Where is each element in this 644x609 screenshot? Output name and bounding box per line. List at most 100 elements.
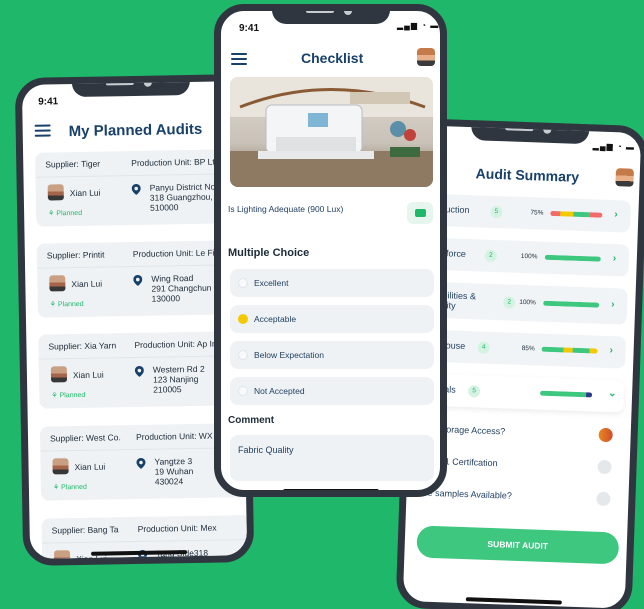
progress-bar xyxy=(550,210,603,218)
menu-icon[interactable] xyxy=(231,53,247,65)
address-line: 130000 xyxy=(151,293,181,304)
production-unit-label: Production Unit: Le Fi xyxy=(132,247,215,260)
address-line: 430024 xyxy=(154,476,184,487)
supplier-label: Supplier: West Co. xyxy=(49,432,121,444)
supplier-label: Supplier: Printit xyxy=(46,249,105,261)
chevron-right-icon[interactable]: › xyxy=(613,253,617,264)
production-unit-label: Production Unit: BP Lt xyxy=(131,156,215,169)
chevron-right-icon[interactable]: › xyxy=(614,209,618,220)
inspection-photo[interactable] xyxy=(230,77,433,187)
radio-selected-icon xyxy=(238,314,248,324)
avatar xyxy=(50,366,68,383)
option-below-expectation[interactable]: Below Expectation xyxy=(230,341,434,369)
camera-icon[interactable] xyxy=(407,202,433,224)
address-line: Yangtze 3 xyxy=(154,456,193,467)
status-badge: ⚘ Planned xyxy=(52,483,87,492)
percent-label: 75% xyxy=(530,209,544,217)
progress-bar xyxy=(540,390,593,398)
percent-label: 85% xyxy=(521,344,535,353)
summary-row[interactable]: k force 2 100% › xyxy=(432,237,630,277)
section-title: Multiple Choice xyxy=(228,247,310,259)
status-text: Planned xyxy=(59,391,86,400)
address-line: 123 Nanjing xyxy=(152,373,199,385)
summary-row[interactable]: abilities &acity 2 100% › xyxy=(430,281,628,325)
address-line: 318 Guangzhou, xyxy=(149,191,213,203)
count-badge: 5 xyxy=(490,205,503,219)
comment-field[interactable]: Fabric Quality xyxy=(230,435,434,481)
progress-bar xyxy=(543,300,600,308)
camera-icon[interactable] xyxy=(597,459,612,475)
comment-label: Comment xyxy=(228,415,275,426)
option-label: Acceptable xyxy=(254,314,297,324)
address-line: 210005 xyxy=(153,384,182,395)
count-badge: 2 xyxy=(484,249,498,263)
count-badge: 5 xyxy=(467,385,481,398)
comment-value: Fabric Quality xyxy=(238,445,294,455)
auditor-name: Xian Lui xyxy=(69,187,101,199)
progress-bar xyxy=(544,254,601,262)
home-indicator xyxy=(282,489,379,490)
status-text: Planned xyxy=(56,209,83,218)
option-label: Excellent xyxy=(254,278,289,288)
avatar xyxy=(49,275,66,292)
option-label: Below Expectation xyxy=(254,350,324,360)
camera-icon[interactable] xyxy=(596,491,611,507)
checklist-phone: 9:41 ▂▄▆ ◔ ▬ Checklist Is Lighting Adequ… xyxy=(214,4,447,497)
phone-notch xyxy=(470,120,590,145)
auditor-name: Xian Lui xyxy=(72,369,104,381)
production-unit-label: Production Unit: WX L xyxy=(135,430,220,442)
status-icon xyxy=(598,427,613,443)
location-pin-icon xyxy=(133,275,143,286)
phone-notch xyxy=(71,75,190,98)
address: Wing Road 291 Changchun 130000 xyxy=(151,273,212,304)
status-badge: ⚘ Planned xyxy=(51,391,86,400)
avatar xyxy=(47,184,64,201)
radio-icon xyxy=(238,350,248,360)
status-text: Planned xyxy=(61,483,87,492)
avatar[interactable] xyxy=(417,48,435,66)
audit-card[interactable]: Supplier: Bang Ta Production Unit: Mex X… xyxy=(41,514,255,566)
option-not-accepted[interactable]: Not Accepted xyxy=(230,377,434,405)
address-line: 19 Wuhan xyxy=(154,465,194,477)
sewing-machine-image xyxy=(230,77,433,187)
supplier-label: Supplier: Bang Ta xyxy=(51,524,119,536)
option-excellent[interactable]: Excellent xyxy=(230,269,434,297)
page-title: Checklist xyxy=(301,50,364,66)
divider xyxy=(41,538,254,544)
home-indicator xyxy=(465,597,562,605)
option-acceptable[interactable]: Acceptable xyxy=(230,305,434,333)
address: Panyu District No 318 Guangzhou, 510000 xyxy=(150,182,216,213)
status-time: 9:41 xyxy=(239,23,260,34)
percent-label: 100% xyxy=(519,298,536,307)
production-unit-label: Production Unit: Ap In xyxy=(134,338,217,351)
auditor-name: Xian Lui xyxy=(71,278,103,290)
page-title: Audit Summary xyxy=(475,165,580,185)
avatar[interactable] xyxy=(615,168,634,187)
location-pin-icon xyxy=(134,366,144,377)
count-badge: 4 xyxy=(477,341,490,354)
checklist-subitem[interactable]: re samples Available? xyxy=(424,488,512,501)
submit-audit-button[interactable]: SUBMIT AUDIT xyxy=(416,525,620,565)
address: Western Rd 2 123 Nanjing 210005 xyxy=(153,364,205,395)
status-text: Planned xyxy=(57,300,84,309)
address: Yangtze 3 19 Wuhan 430024 xyxy=(154,456,193,487)
option-label: Not Accepted xyxy=(254,386,305,396)
question-label: Is Lighting Adequate (900 Lux) xyxy=(228,204,344,214)
radio-icon xyxy=(238,386,248,396)
summary-row[interactable]: ehouse 4 85% › xyxy=(429,329,627,369)
summary-row[interactable]: duction 5 75% › xyxy=(433,193,631,233)
status-badge: ⚘ Planned xyxy=(49,300,84,309)
chevron-down-icon[interactable]: ⌄ xyxy=(608,388,617,399)
status-time: 9:41 xyxy=(38,96,59,108)
signal-icon: ▂▄▆ ◔ ▬ xyxy=(592,141,636,152)
summary-row-expanded[interactable]: erials 5 ⌄ xyxy=(427,373,625,413)
chevron-right-icon[interactable]: › xyxy=(611,299,615,310)
location-pin-icon xyxy=(136,458,146,469)
percent-label: 100% xyxy=(520,252,538,261)
menu-icon[interactable] xyxy=(34,124,51,137)
supplier-label: Supplier: Xia Yarn xyxy=(48,340,117,352)
avatar xyxy=(52,458,69,475)
chevron-right-icon[interactable]: › xyxy=(609,345,613,356)
status-badge: ⚘ Planned xyxy=(48,209,83,218)
count-badge: 2 xyxy=(503,296,516,309)
